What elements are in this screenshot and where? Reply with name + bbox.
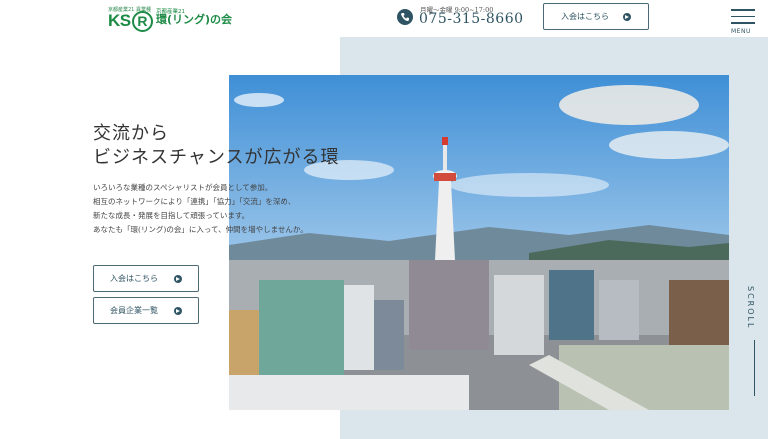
hero-catchphrase: 交流から ビジネスチャンスが広がる環 [93, 122, 339, 170]
scroll-indicator[interactable]: SCROLL [746, 286, 755, 329]
arrow-right-icon [174, 274, 182, 283]
hamburger-line [731, 15, 755, 17]
catch-line-1: 交流から [93, 123, 169, 144]
lead-line: 新たな成長・発展を目指して頑張っています。 [93, 211, 250, 220]
lead-line: いろいろな業種のスペシャリストが会員として参加。 [93, 183, 273, 192]
site-logo[interactable]: 京都産業21 異業種 KS R 京都産業21 環(リング)の会 [108, 6, 232, 32]
arrow-right-icon [623, 12, 631, 21]
lead-line: 相互のネットワークにより「連携」「協力」「交流」を深め、 [93, 197, 296, 206]
menu-label: MENU [731, 27, 751, 35]
hero-lead-text: いろいろな業種のスペシャリストが会員として参加。 相互のネットワークにより「連携… [93, 181, 308, 237]
arrow-right-icon [174, 306, 182, 315]
menu-button[interactable]: MENU [731, 9, 755, 35]
header-join-label: 入会はこちら [561, 12, 609, 21]
logo-text: 京都産業21 環(リング)の会 [156, 9, 233, 26]
hero-join-label: 入会はこちら [110, 274, 158, 283]
logo-mark: KS R [108, 11, 153, 32]
hamburger-icon [731, 9, 755, 11]
phone-number[interactable]: 075-315-8660 [419, 11, 524, 27]
lead-line: あなたも「環(リング)の会」に入って、仲間を増やしませんか。 [93, 225, 308, 234]
phone-icon [397, 9, 413, 25]
catch-line-2: ビジネスチャンスが広がる環 [93, 147, 340, 168]
hero-join-button[interactable]: 入会はこちら [93, 265, 199, 292]
member-list-button[interactable]: 会員企業一覧 [93, 297, 199, 324]
hamburger-line [731, 22, 755, 24]
member-list-label: 会員企業一覧 [110, 306, 158, 315]
header-join-button[interactable]: 入会はこちら [543, 3, 649, 30]
scroll-line [754, 340, 755, 396]
